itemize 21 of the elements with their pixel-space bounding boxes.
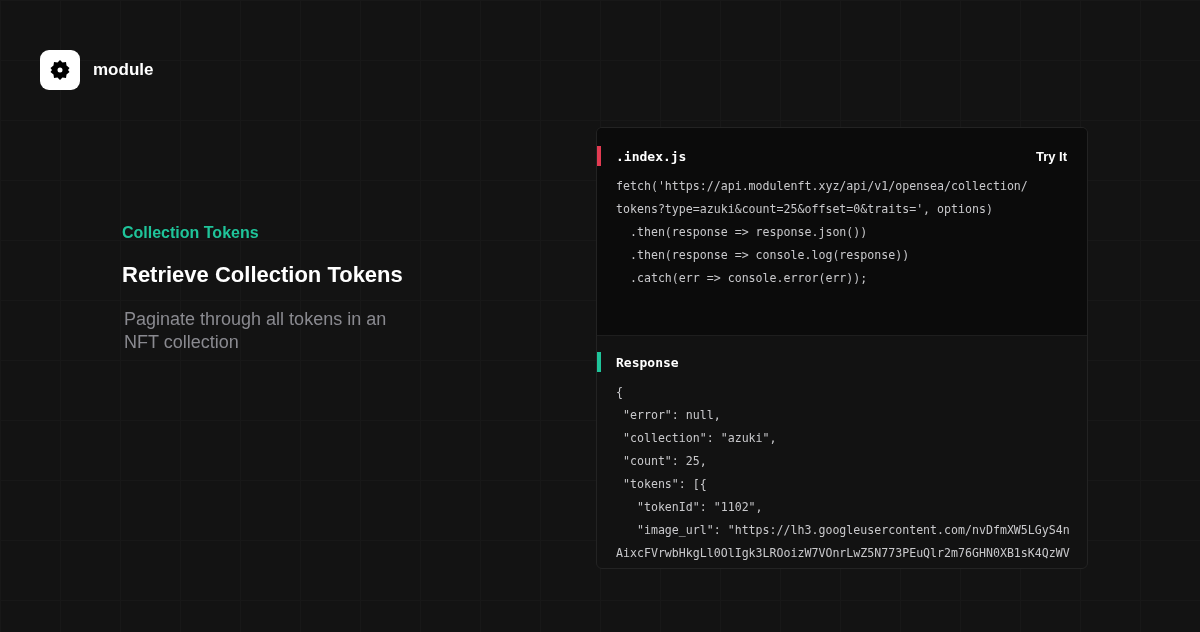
code-line: fetch('https://api.modulenft.xyz/api/v1/opensea/collection/ (616, 178, 1029, 195)
code-line: "count": 25, (621, 453, 708, 470)
code-line: { (616, 384, 624, 401)
code-line: "tokenId": "1102", (635, 499, 764, 516)
code-line: .then(response => console.log(response)) (628, 247, 911, 264)
code-line: .then(response => response.json()) (628, 224, 869, 241)
page-heading: Retrieve Collection Tokens (122, 262, 404, 288)
description: Paginate through all tokens in an NFT collection (123, 308, 388, 354)
panel-title: .index.js (616, 148, 688, 164)
code-line: tokens?type=azuki&count=25&offset=0&traits=', options) (616, 201, 994, 218)
logo-icon (40, 50, 80, 90)
code-line: "image_url": "https://lh3.googleusercontent.com/nvDfmXW5LGyS4n (635, 522, 1071, 539)
code-line: AixcFVrwbHkgLl0OlIgk3LROoizW7VOnrLwZ5N773PEuQlr2m76GHN0XB1sK4QzWV (616, 545, 1071, 562)
code-line: "tokens": [{ (621, 476, 708, 493)
try-it-button[interactable]: Try It (1035, 148, 1067, 164)
panel-title: Response (616, 354, 680, 370)
code-line: "error": null, (621, 407, 722, 424)
code-line: "collection": "azuki", (621, 430, 778, 447)
code-line: .catch(err => console.error(err)); (628, 270, 869, 287)
brand-name: module (93, 60, 154, 80)
section-label: Collection Tokens (122, 224, 260, 242)
